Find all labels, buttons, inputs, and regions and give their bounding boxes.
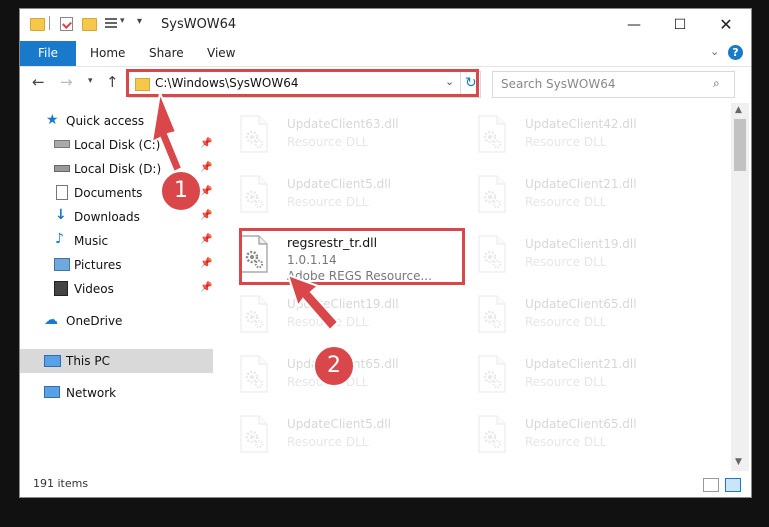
arrow-2	[286, 273, 340, 332]
callout-1: 1	[160, 170, 202, 212]
callout-2: 2	[313, 345, 355, 387]
arrow-1	[150, 89, 184, 174]
annotation-arrows	[150, 89, 340, 332]
